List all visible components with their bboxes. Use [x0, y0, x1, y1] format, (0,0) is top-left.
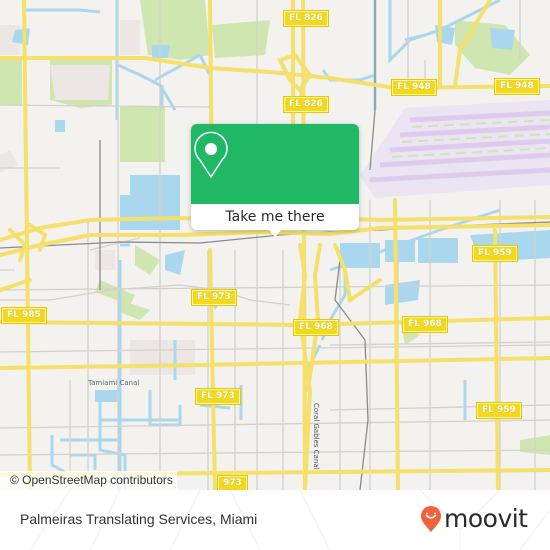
road-shield: FL 959 [472, 245, 518, 262]
road-shield: 973 [217, 475, 248, 490]
road-shield: FL 826 [283, 10, 329, 27]
map-attribution[interactable]: © OpenStreetMap contributors [0, 471, 177, 490]
map-view[interactable]: FL 826 FL 826 FL 948 FL 948 FL 959 FL 97… [0, 0, 550, 490]
moovit-logo: moovit [421, 504, 528, 534]
popup-header [191, 124, 359, 204]
map-canvas [0, 0, 550, 490]
road-shield: FL 973 [195, 388, 241, 405]
canal-label: Tamiami Canal [88, 379, 140, 387]
moovit-wordmark: moovit [444, 504, 528, 533]
road-shield: FL 973 [191, 289, 237, 306]
road-shield: FL 968 [402, 316, 448, 333]
road-shield: FL 968 [293, 319, 339, 336]
road-shield: FL 959 [476, 402, 522, 419]
moovit-smile-pin-icon [421, 506, 441, 532]
place-name: Palmeiras Translating Services, Miami [20, 511, 258, 527]
road-shield: FL 948 [494, 78, 540, 95]
take-me-there-button[interactable]: Take me there [191, 204, 359, 230]
map-pin-icon [194, 131, 228, 178]
road-label: Coral Gables Canal [312, 403, 320, 470]
footer-bar: Palmeiras Translating Services, Miami mo… [0, 490, 550, 550]
road-shield: FL 985 [1, 307, 47, 324]
location-popup: Take me there [191, 124, 359, 237]
popup-pointer [268, 229, 282, 237]
airport-area [360, 100, 550, 198]
road-shield: FL 948 [391, 79, 437, 96]
road-shield: FL 826 [283, 96, 329, 113]
